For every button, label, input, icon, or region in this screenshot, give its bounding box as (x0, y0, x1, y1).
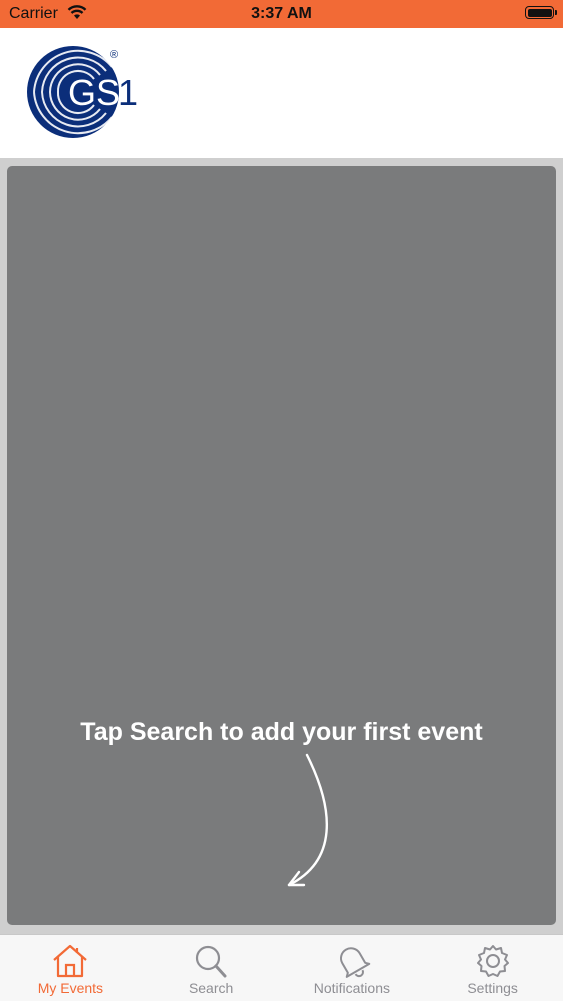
tab-search[interactable]: Search (141, 935, 282, 1001)
gs1-logo: GS 1 ® (26, 45, 146, 146)
tab-label-notifications: Notifications (313, 980, 390, 996)
tab-label-settings: Settings (467, 980, 518, 996)
gear-icon (476, 945, 509, 977)
curved-arrow-icon (277, 751, 347, 896)
status-time: 3:37 AM (251, 5, 312, 22)
tab-label-my-events: My Events (37, 980, 104, 996)
tab-my-events[interactable]: My Events (0, 935, 141, 1001)
empty-state-hint: Tap Search to add your first event (80, 718, 483, 746)
logo-text-gs: GS (68, 72, 120, 113)
home-icon (53, 944, 88, 978)
status-bar: Carrier 3:37 AM (0, 0, 563, 28)
tab-settings[interactable]: Settings (422, 935, 563, 1001)
registered-mark: ® (110, 49, 118, 61)
tab-notifications[interactable]: Notifications (282, 935, 423, 1001)
bell-icon (339, 947, 371, 978)
search-icon (196, 945, 227, 978)
battery-icon (525, 6, 557, 19)
tab-bar: My Events Search Notifications Settings (0, 934, 563, 1001)
logo-text-one: 1 (118, 72, 138, 113)
app-header: GS 1 ® (0, 28, 563, 158)
events-empty-state: Tap Search to add your first event (7, 166, 556, 925)
tab-label-search: Search (188, 980, 234, 996)
